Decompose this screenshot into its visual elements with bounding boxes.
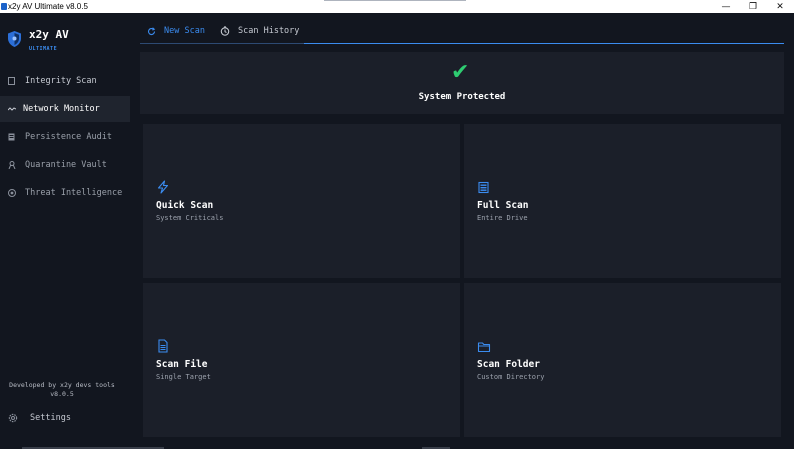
scan-file-card[interactable]: Scan File Single Target [143, 283, 460, 437]
card-title: Full Scan [477, 200, 529, 211]
refresh-icon [146, 26, 156, 36]
protection-status-card: ✔ System Protected [140, 52, 784, 114]
card-title: Scan Folder [477, 359, 540, 370]
version-text: v8.0.5 [50, 390, 74, 398]
tab-active-indicator [304, 43, 784, 44]
tab-new-scan[interactable]: New Scan [146, 26, 205, 36]
tab-scan-history[interactable]: Scan History [220, 26, 299, 36]
minimize-button[interactable]: — [712, 0, 740, 13]
sidebar-item-integrity-scan[interactable]: Integrity Scan [0, 68, 130, 94]
lightning-icon [157, 180, 169, 194]
vault-icon [7, 161, 16, 170]
shield-icon [8, 31, 21, 47]
titlebar-drag-strip [324, 0, 466, 1]
status-label: System Protected [418, 92, 506, 102]
sidebar-item-network-monitor[interactable]: Network Monitor [0, 96, 130, 122]
tab-bar: New Scan Scan History [140, 22, 784, 46]
brand-subtitle: ULTIMATE [29, 46, 58, 52]
sidebar-item-persistence-audit[interactable]: Persistence Audit [0, 124, 130, 150]
pulse-icon [7, 105, 16, 114]
tab-label: Scan History [238, 26, 300, 36]
drive-icon [478, 181, 489, 194]
scan-folder-card[interactable]: Scan Folder Custom Directory [464, 283, 781, 437]
card-title: Quick Scan [156, 200, 214, 211]
brand-name: x2y AV [29, 28, 69, 41]
maximize-button[interactable]: ❐ [739, 0, 767, 13]
settings-label: Settings [30, 413, 71, 423]
file-icon [158, 339, 168, 353]
card-subtitle: Custom Directory [477, 373, 545, 381]
card-subtitle: Entire Drive [477, 214, 528, 222]
globe-icon [7, 189, 16, 198]
card-subtitle: Single Target [156, 373, 211, 381]
gear-icon [8, 413, 18, 423]
close-button[interactable]: ✕ [766, 0, 794, 13]
full-scan-card[interactable]: Full Scan Entire Drive [464, 124, 781, 278]
developer-credit: Developed by x2y devs tools v8.0.5 [0, 381, 124, 399]
sidebar-item-label: Quarantine Vault [25, 160, 107, 170]
card-subtitle: System Criticals [156, 214, 224, 222]
window-titlebar[interactable]: x2y AV Ultimate v8.0.5 — ❐ ✕ [0, 0, 794, 13]
folder-icon [477, 342, 491, 353]
check-icon: ✔ [451, 60, 470, 85]
sidebar-item-label: Persistence Audit [25, 132, 112, 142]
window-title: x2y AV Ultimate v8.0.5 [8, 2, 88, 11]
sidebar-item-label: Threat Intelligence [25, 188, 123, 198]
quick-scan-card[interactable]: Quick Scan System Criticals [143, 124, 460, 278]
sidebar-item-label: Integrity Scan [25, 76, 97, 86]
sidebar-item-threat-intelligence[interactable]: Threat Intelligence [0, 180, 130, 206]
document-icon [7, 133, 16, 142]
clock-icon [220, 26, 230, 36]
settings-button[interactable]: Settings [8, 411, 71, 425]
sidebar-item-quarantine-vault[interactable]: Quarantine Vault [0, 152, 130, 178]
sidebar: x2y AV ULTIMATE Integrity Scan Network M… [0, 13, 130, 449]
credit-text: Developed by x2y devs tools [9, 381, 115, 389]
card-title: Scan File [156, 359, 208, 370]
tab-label: New Scan [164, 26, 205, 36]
sidebar-item-label: Network Monitor [23, 104, 100, 114]
app-icon [1, 3, 7, 10]
square-icon [7, 77, 16, 86]
